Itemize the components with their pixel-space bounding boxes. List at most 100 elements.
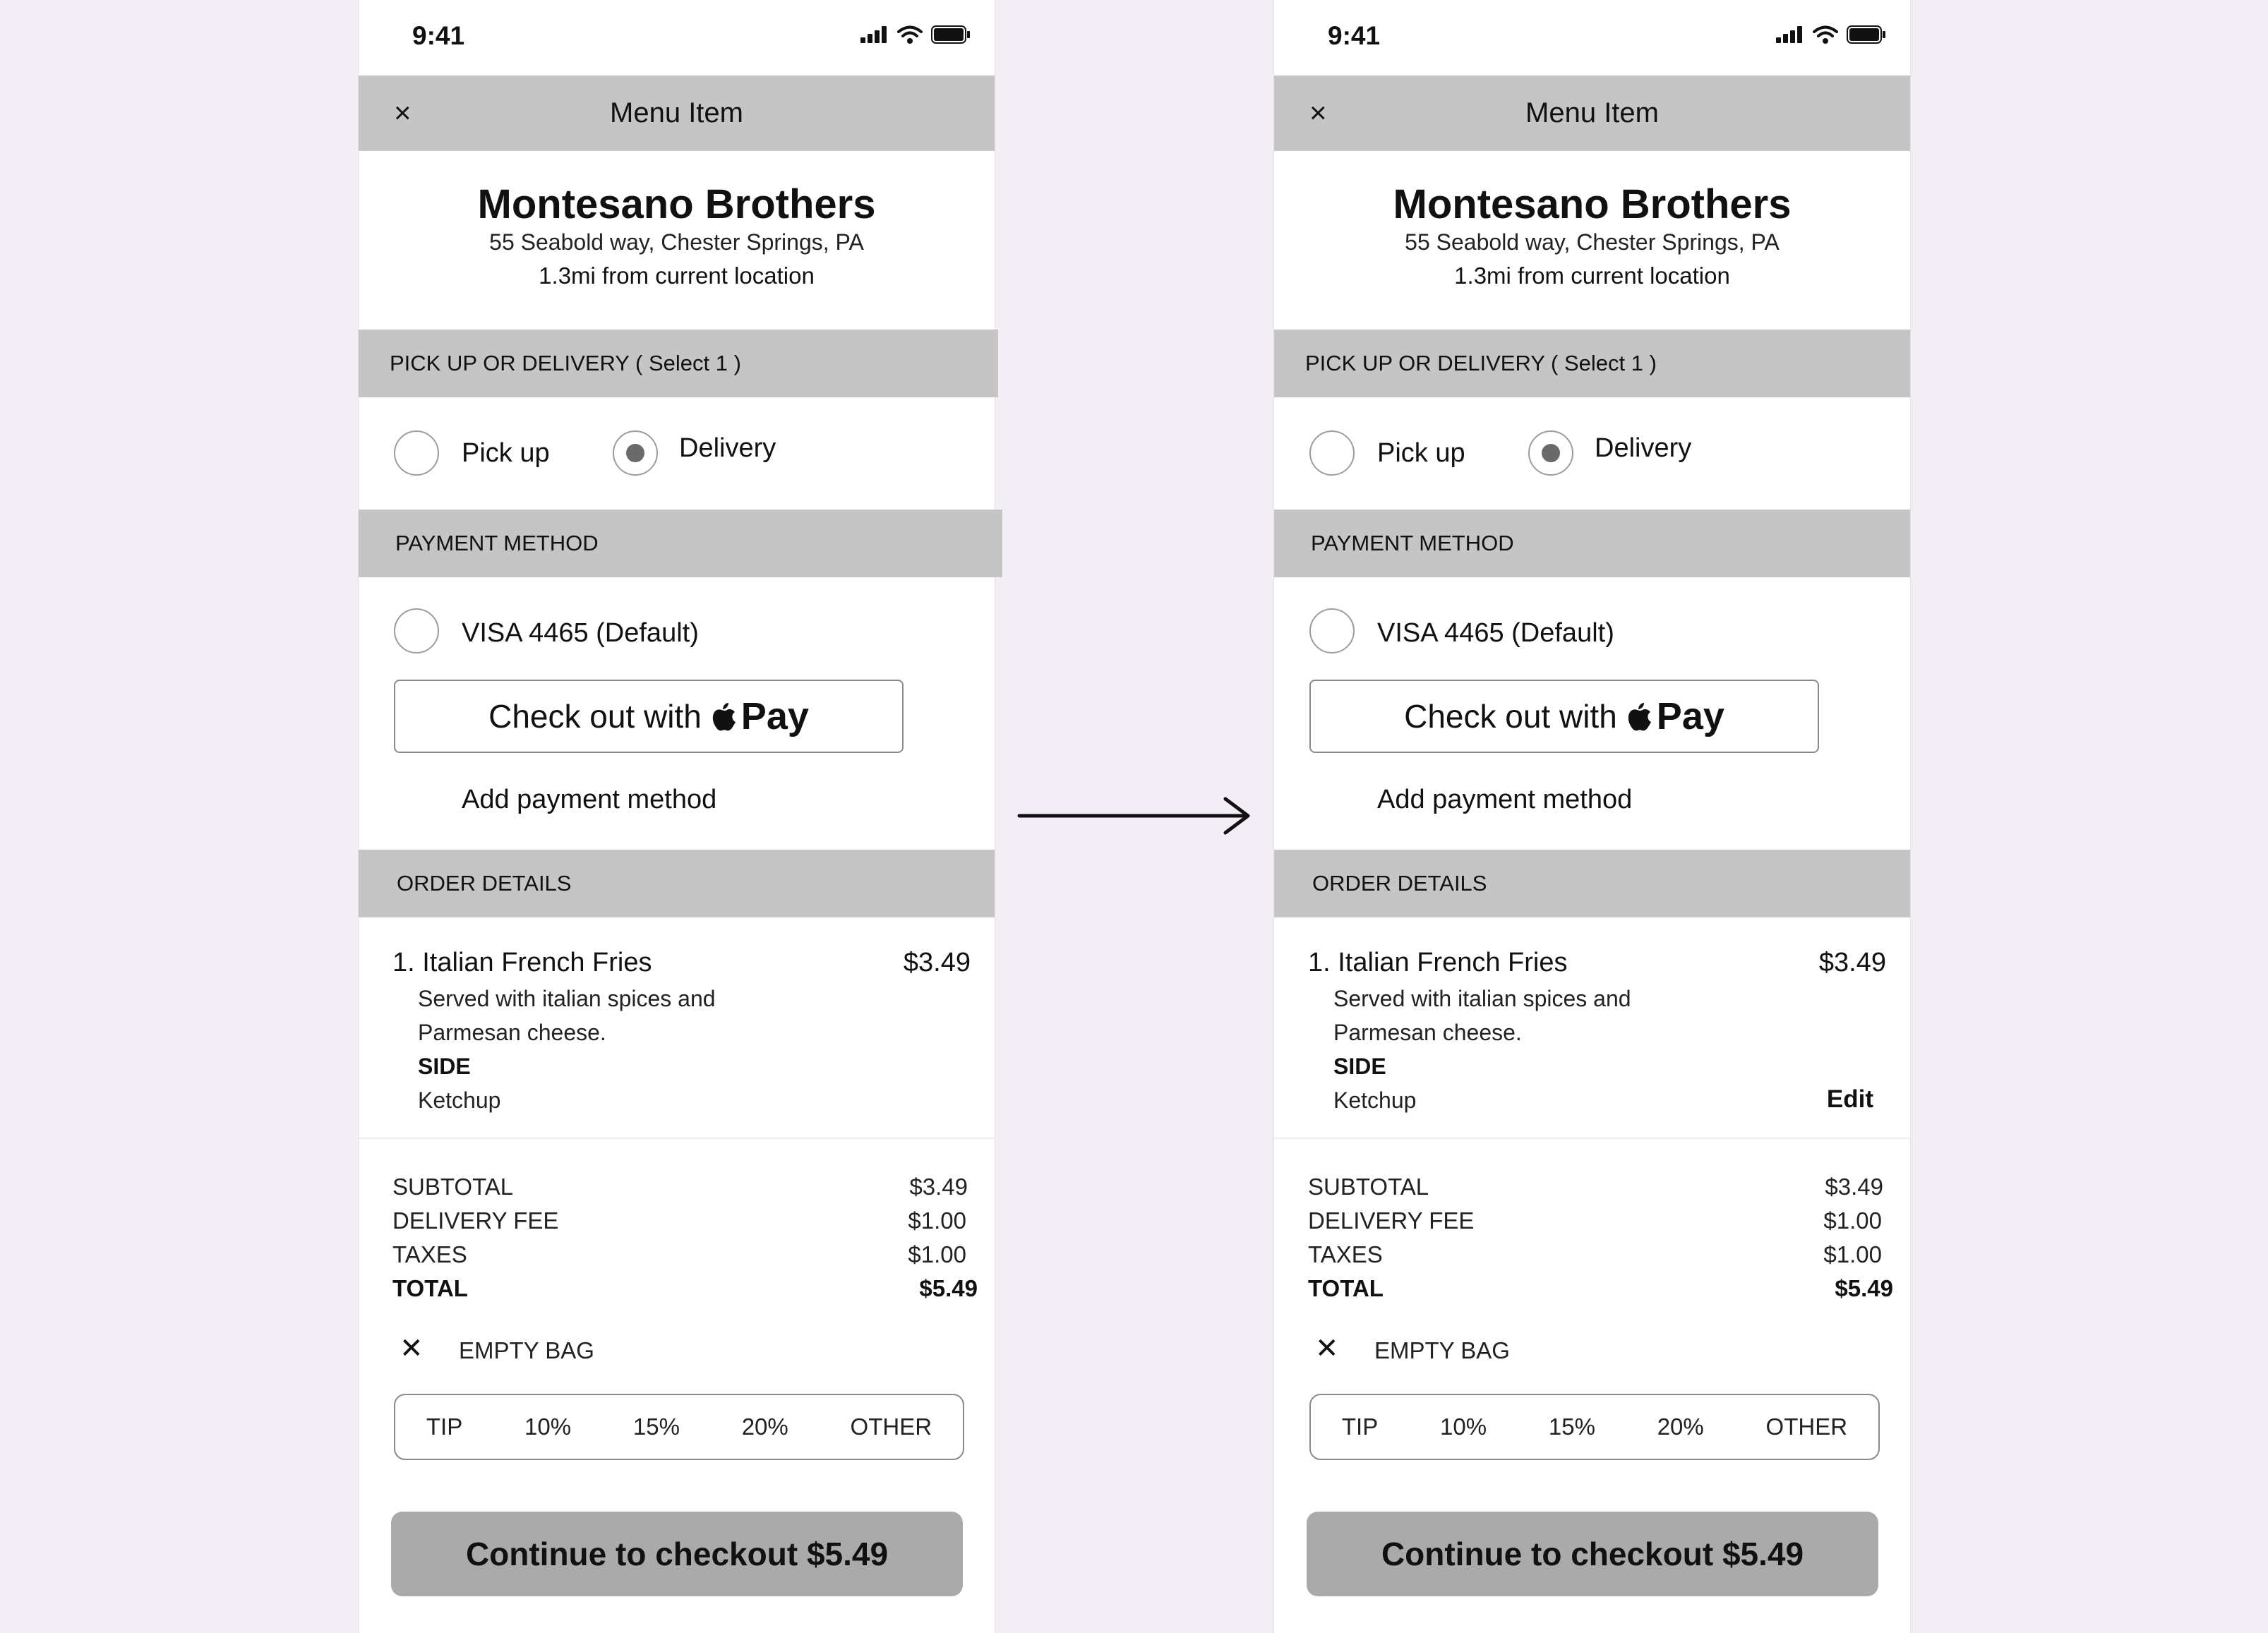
pickup-section-label: PICK UP OR DELIVERY ( Select 1 ) xyxy=(1305,351,1657,375)
header-title: Menu Item xyxy=(610,97,743,128)
item-title: 1. Italian French Fries xyxy=(1308,948,1568,977)
taxes-label: TAXES xyxy=(1308,1241,1383,1267)
item-side-value: Ketchup xyxy=(1333,1087,1417,1113)
subtotal-label: SUBTOTAL xyxy=(1308,1174,1429,1200)
delivery-fee-value: $1.00 xyxy=(1823,1207,1882,1234)
order-section-label: ORDER DETAILS xyxy=(397,871,572,896)
total-value: $5.49 xyxy=(919,1275,978,1301)
delivery-fee-label: DELIVERY FEE xyxy=(1308,1207,1475,1234)
tip-label: TIP xyxy=(1341,1414,1379,1440)
pickup-radio[interactable] xyxy=(1309,430,1355,476)
restaurant-address: 55 Seabold way, Chester Springs, PA xyxy=(489,229,864,255)
apple-pay-button[interactable]: Check out with Pay xyxy=(394,680,904,753)
battery-icon xyxy=(1847,25,1885,44)
add-payment-method-link[interactable]: Add payment method xyxy=(1377,785,1632,815)
item-price: $3.49 xyxy=(903,948,971,977)
item-description-line-2: Parmesan cheese. xyxy=(1333,1020,1522,1045)
pickup-radio[interactable] xyxy=(394,430,439,476)
apple-logo-icon xyxy=(712,703,736,731)
continue-to-checkout-button[interactable]: Continue to checkout $5.49 xyxy=(391,1512,963,1596)
order-section-label: ORDER DETAILS xyxy=(1312,871,1487,896)
subtotal-label: SUBTOTAL xyxy=(392,1174,514,1200)
apple-logo-icon xyxy=(1628,703,1651,731)
tip-option-other[interactable]: OTHER xyxy=(851,1414,932,1440)
empty-bag-label[interactable]: EMPTY BAG xyxy=(459,1337,594,1364)
item-side-value: Ketchup xyxy=(418,1087,501,1113)
battery-icon xyxy=(931,25,970,44)
header-bar: × Menu Item xyxy=(359,76,995,151)
item-side-label: SIDE xyxy=(1333,1054,1386,1079)
payment-section-label: PAYMENT METHOD xyxy=(1311,531,1514,555)
delivery-label: Delivery xyxy=(679,433,776,463)
tip-option-20[interactable]: 20% xyxy=(742,1414,788,1440)
item-title: 1. Italian French Fries xyxy=(392,948,652,977)
pickup-label: Pick up xyxy=(462,438,550,468)
visa-card-label: VISA 4465 (Default) xyxy=(462,618,699,648)
item-description-line-1: Served with italian spices and xyxy=(1333,986,1631,1011)
header-bar: × Menu Item xyxy=(1274,76,1910,151)
status-time: 9:41 xyxy=(1328,21,1381,50)
restaurant-distance: 1.3mi from current location xyxy=(539,263,815,289)
apple-pay-prefix: Check out with xyxy=(1404,698,1617,735)
apple-pay-brand: Pay xyxy=(712,694,809,738)
pickup-section-header: PICK UP OR DELIVERY ( Select 1 ) xyxy=(1274,330,1910,397)
apple-pay-prefix: Check out with xyxy=(488,698,702,735)
taxes-value: $1.00 xyxy=(1823,1241,1882,1267)
tip-option-10[interactable]: 10% xyxy=(1440,1414,1487,1440)
status-time: 9:41 xyxy=(412,21,465,50)
tip-option-10[interactable]: 10% xyxy=(524,1414,571,1440)
wifi-icon xyxy=(1813,25,1838,44)
total-label: TOTAL xyxy=(392,1275,468,1301)
tip-selector: TIP 10% 15% 20% OTHER xyxy=(394,1394,964,1460)
payment-section-label: PAYMENT METHOD xyxy=(395,531,599,555)
item-price: $3.49 xyxy=(1818,948,1886,977)
apple-pay-button[interactable]: Check out with Pay xyxy=(1309,680,1819,753)
apple-pay-brand: Pay xyxy=(1627,694,1724,738)
payment-section-header: PAYMENT METHOD xyxy=(1274,510,1910,577)
pickup-section-header: PICK UP OR DELIVERY ( Select 1 ) xyxy=(359,330,998,397)
order-section-header: ORDER DETAILS xyxy=(1274,850,1910,917)
wifi-icon xyxy=(897,25,923,44)
add-payment-method-link[interactable]: Add payment method xyxy=(462,785,716,815)
status-icons xyxy=(860,25,971,44)
continue-to-checkout-button[interactable]: Continue to checkout $5.49 xyxy=(1307,1512,1878,1596)
visa-radio[interactable] xyxy=(1309,608,1355,653)
signal-icon xyxy=(860,26,887,43)
phone-screen-before: 9:41 × Menu Item Montesano Brothers 55 S… xyxy=(358,0,1002,1633)
pickup-section-label: PICK UP OR DELIVERY ( Select 1 ) xyxy=(390,351,741,375)
order-divider xyxy=(359,1138,995,1139)
tip-option-15[interactable]: 15% xyxy=(1549,1414,1595,1440)
visa-card-label: VISA 4465 (Default) xyxy=(1377,618,1614,648)
tip-option-20[interactable]: 20% xyxy=(1657,1414,1704,1440)
item-side-label: SIDE xyxy=(418,1054,471,1079)
delivery-label: Delivery xyxy=(1595,433,1692,463)
restaurant-name: Montesano Brothers xyxy=(1393,181,1792,227)
apple-pay-word: Pay xyxy=(1656,695,1724,737)
total-label: TOTAL xyxy=(1308,1275,1384,1301)
order-divider xyxy=(1274,1138,1910,1139)
apple-pay-word: Pay xyxy=(740,695,809,737)
restaurant-name: Montesano Brothers xyxy=(477,181,876,227)
visa-radio[interactable] xyxy=(394,608,439,653)
tip-selector: TIP 10% 15% 20% OTHER xyxy=(1309,1394,1880,1460)
empty-bag-label[interactable]: EMPTY BAG xyxy=(1374,1337,1510,1364)
subtotal-value: $3.49 xyxy=(909,1174,968,1200)
empty-bag-icon[interactable]: ✕ xyxy=(1315,1332,1339,1365)
empty-bag-icon[interactable]: ✕ xyxy=(400,1332,424,1365)
delivery-radio[interactable] xyxy=(613,430,658,476)
item-edit-link[interactable]: Edit xyxy=(1827,1085,1873,1114)
restaurant-address: 55 Seabold way, Chester Springs, PA xyxy=(1405,229,1780,255)
pickup-label: Pick up xyxy=(1377,438,1465,468)
taxes-value: $1.00 xyxy=(908,1241,966,1267)
delivery-radio[interactable] xyxy=(1528,430,1573,476)
item-description-line-1: Served with italian spices and xyxy=(418,986,716,1011)
item-description-line-2: Parmesan cheese. xyxy=(418,1020,606,1045)
tip-option-15[interactable]: 15% xyxy=(633,1414,680,1440)
arrow-right-icon xyxy=(1017,797,1250,835)
delivery-fee-label: DELIVERY FEE xyxy=(392,1207,559,1234)
order-section-header: ORDER DETAILS xyxy=(359,850,995,917)
header-title: Menu Item xyxy=(1525,97,1659,128)
signal-icon xyxy=(1776,26,1802,43)
taxes-label: TAXES xyxy=(392,1241,467,1267)
tip-option-other[interactable]: OTHER xyxy=(1766,1414,1848,1440)
